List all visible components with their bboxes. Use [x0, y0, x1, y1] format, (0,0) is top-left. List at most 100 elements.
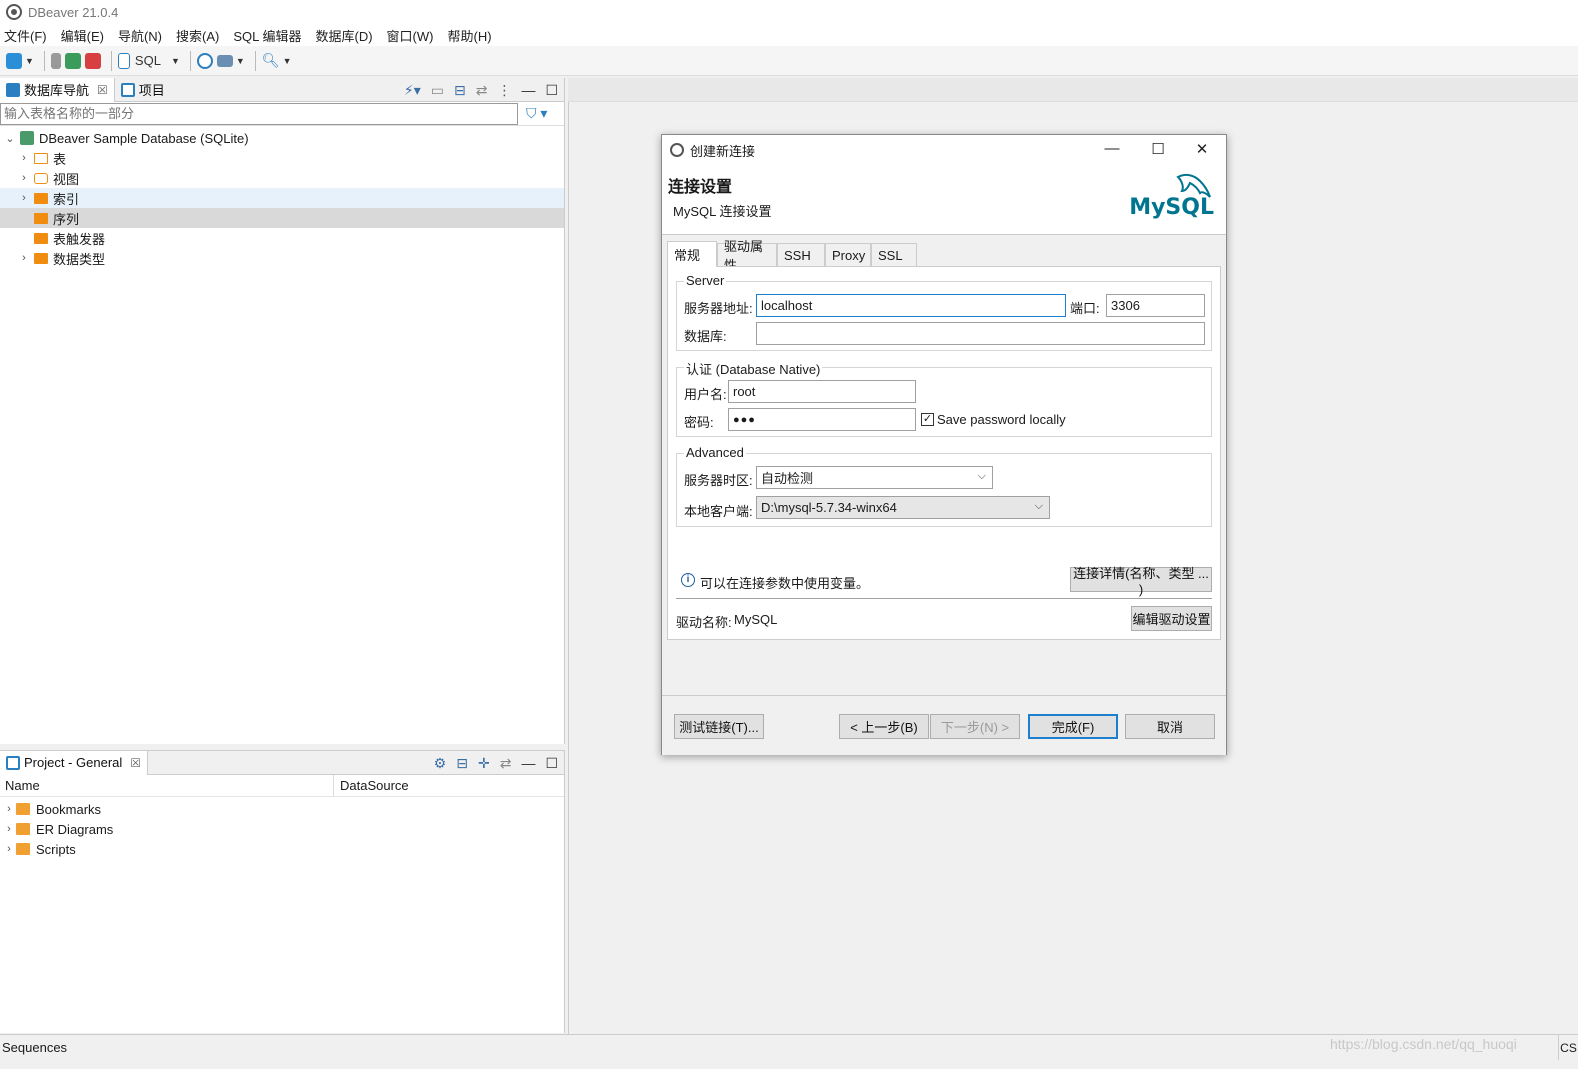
printer-icon — [216, 54, 233, 67]
column-name-header[interactable]: Name — [0, 774, 334, 797]
main-toolbar: ▼ SQL ▼ ▼ 🔍︎ ▼ — [0, 46, 1578, 76]
minimize-icon[interactable]: — — [1102, 140, 1122, 157]
sql-label: SQL — [134, 53, 161, 68]
menu-database[interactable]: 数据库(D) — [316, 26, 373, 45]
password-input[interactable]: ●●● — [728, 408, 916, 431]
chevron-right-icon[interactable]: › — [18, 152, 30, 164]
disconnect-button[interactable] — [84, 50, 101, 72]
dbeaver-logo-icon — [670, 143, 684, 157]
project-item-scripts[interactable]: › Scripts — [0, 839, 564, 859]
test-connection-button[interactable]: 测试链接(T)... — [674, 714, 764, 739]
tree-item-indexes[interactable]: › 索引 — [0, 188, 564, 208]
editor-tabstrip — [568, 78, 1578, 102]
edit-driver-settings-button[interactable]: 编辑驱动设置 — [1131, 606, 1212, 631]
minimize-icon[interactable]: — — [521, 82, 535, 98]
close-icon[interactable]: ☒ — [97, 83, 108, 97]
dialog-header-title: 连接设置 — [668, 179, 733, 196]
next-button[interactable]: 下一步(N) > — [930, 714, 1020, 739]
chevron-right-icon[interactable]: › — [18, 192, 30, 204]
menu-sql-editor[interactable]: SQL 编辑器 — [233, 26, 301, 45]
menu-help[interactable]: 帮助(H) — [447, 26, 491, 45]
local-client-select[interactable]: D:\mysql-5.7.34-winx64 ⌵ — [756, 496, 1050, 519]
timezone-select[interactable]: 自动检测 ⌵ — [756, 466, 993, 489]
maximize-icon[interactable]: ☐ — [545, 755, 558, 772]
tree-item-datatypes[interactable]: › 数据类型 — [0, 248, 564, 268]
tree-root-label: DBeaver Sample Database (SQLite) — [39, 130, 249, 146]
database-input[interactable] — [756, 322, 1205, 345]
project-item-er-diagrams[interactable]: › ER Diagrams — [0, 819, 564, 839]
menu-navigate[interactable]: 导航(N) — [118, 26, 162, 45]
back-button[interactable]: < 上一步(B) — [839, 714, 929, 739]
new-folder-icon[interactable]: ▭ — [431, 82, 444, 99]
filter-icon[interactable]: ⛉ ▾ — [526, 105, 547, 122]
gear-icon[interactable]: ⚙ — [434, 755, 447, 772]
username-input[interactable]: root — [728, 380, 916, 403]
close-icon[interactable]: ✕ — [1192, 140, 1212, 158]
sql-file-icon — [117, 52, 130, 69]
menu-edit[interactable]: 编辑(E) — [61, 26, 104, 45]
expand-icon[interactable]: ✛ — [478, 755, 490, 772]
maximize-icon[interactable]: ☐ — [1148, 140, 1168, 158]
chevron-right-icon[interactable]: › — [2, 823, 16, 835]
project-icon — [6, 755, 20, 770]
tree-item-label: 序列 — [53, 211, 80, 227]
close-icon[interactable]: ☒ — [130, 756, 141, 770]
tree-root-connection[interactable]: ⌄ DBeaver Sample Database (SQLite) — [0, 128, 564, 148]
plug-refresh-icon — [64, 52, 81, 69]
link-editor-icon[interactable]: ⇄ — [476, 82, 488, 99]
chevron-right-icon[interactable]: › — [2, 803, 16, 815]
connection-details-button[interactable]: 连接详情(名称、类型 ... ) — [1070, 566, 1212, 597]
tab-ssh[interactable]: SSH — [777, 243, 825, 266]
connect-button[interactable] — [50, 50, 61, 72]
database-navigator-panel: 数据库导航 ☒ 项目 ⚡▾ ▭ ⊟ ⇄ ⋮ — ☐ ⛉ ▾ ⌄ DBeaver … — [0, 77, 565, 744]
chevron-down-icon: ⌵ — [1034, 500, 1043, 512]
tab-projects[interactable]: 项目 — [115, 78, 171, 102]
chevron-down-icon[interactable]: ⌄ — [4, 132, 16, 145]
transaction-button[interactable]: ▼ — [216, 50, 245, 72]
new-connection-icon[interactable]: ⚡▾ — [404, 82, 421, 99]
tree-item-triggers[interactable]: 表触发器 — [0, 228, 564, 248]
gauge-icon — [196, 52, 213, 69]
project-item-bookmarks[interactable]: › Bookmarks — [0, 799, 564, 819]
menu-file[interactable]: 文件(F) — [4, 26, 47, 45]
sql-editor-button[interactable]: SQL ▼ — [117, 50, 180, 72]
tab-database-navigator[interactable]: 数据库导航 ☒ — [0, 77, 115, 102]
tree-item-views[interactable]: › 视图 — [0, 168, 564, 188]
finish-button[interactable]: 完成(F) — [1028, 714, 1118, 739]
tab-project-general[interactable]: Project - General ☒ — [0, 750, 149, 775]
maximize-icon[interactable]: ☐ — [545, 82, 558, 99]
menu-search[interactable]: 搜索(A) — [176, 26, 219, 45]
tab-proxy[interactable]: Proxy — [825, 243, 871, 266]
tree-item-label: 索引 — [53, 191, 80, 207]
menu-window[interactable]: 窗口(W) — [387, 26, 434, 45]
tab-general[interactable]: 常规 — [667, 241, 717, 267]
view-menu-icon[interactable]: ⋮ — [497, 82, 511, 99]
tab-ssl[interactable]: SSL — [871, 243, 917, 266]
collapse-all-icon[interactable]: ⊟ — [454, 82, 466, 99]
reconnect-button[interactable] — [64, 50, 81, 72]
tree-item-tables[interactable]: › 表 — [0, 148, 564, 168]
collapse-all-icon[interactable]: ⊟ — [456, 755, 468, 772]
dashboard-button[interactable] — [196, 50, 213, 72]
cancel-button[interactable]: 取消 — [1125, 714, 1215, 739]
tree-item-sequences[interactable]: 序列 — [0, 208, 564, 228]
window-titlebar: DBeaver 21.0.4 — [0, 0, 1578, 24]
minimize-icon[interactable]: — — [521, 755, 535, 771]
chevron-right-icon[interactable]: › — [18, 172, 30, 184]
search-button[interactable]: 🔍︎ ▼ — [262, 50, 292, 72]
chevron-right-icon[interactable]: › — [18, 252, 30, 264]
table-icon — [34, 152, 48, 164]
host-input[interactable]: localhost — [756, 294, 1066, 317]
link-editor-icon[interactable]: ⇄ — [500, 755, 512, 772]
tab-driver-properties[interactable]: 驱动属性 — [717, 239, 777, 273]
table-filter-input[interactable] — [0, 102, 518, 125]
port-input[interactable]: 3306 — [1106, 294, 1205, 317]
mysql-logo-my: My — [1129, 195, 1166, 220]
chevron-right-icon[interactable]: › — [2, 843, 16, 855]
column-datasource-header[interactable]: DataSource — [334, 778, 409, 793]
new-connection-button[interactable]: ▼ — [6, 50, 34, 72]
save-password-checkbox[interactable]: ✓ — [921, 413, 934, 426]
folder-icon — [34, 192, 48, 204]
username-label: 用户名: — [684, 387, 727, 402]
tab-project-general-label: Project - General — [24, 755, 123, 770]
